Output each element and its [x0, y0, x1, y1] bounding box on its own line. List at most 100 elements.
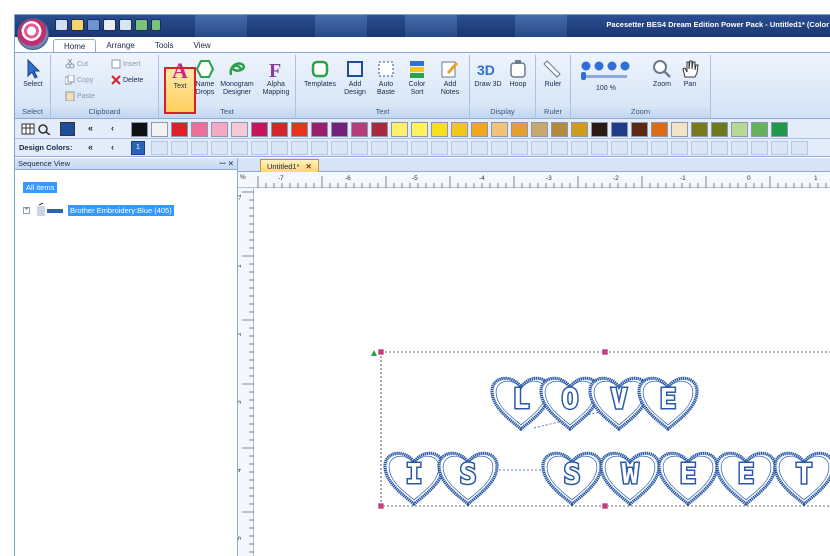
select-button[interactable]: Select — [20, 59, 46, 89]
ruler-button[interactable]: Ruler — [540, 59, 566, 89]
palette-swatch[interactable] — [191, 122, 208, 137]
pan-button[interactable]: Pan — [677, 59, 703, 89]
add-notes-button[interactable]: Add Notes — [436, 59, 464, 97]
new-icon[interactable] — [55, 19, 68, 31]
alpha-mapping-button[interactable]: F Alpha Mapping — [259, 59, 293, 97]
palette-search-icon[interactable] — [37, 123, 51, 135]
design-color-slot[interactable] — [331, 141, 348, 155]
design-color-slot[interactable] — [611, 141, 628, 155]
design-color-slot[interactable] — [451, 141, 468, 155]
cut-button[interactable]: Cut — [65, 59, 88, 69]
design-color-slot[interactable] — [191, 141, 208, 155]
monogram-designer-button[interactable]: Monogram Designer — [220, 59, 254, 97]
palette-swatch[interactable] — [451, 122, 468, 137]
design-color-slot[interactable] — [431, 141, 448, 155]
current-color-swatch[interactable] — [60, 122, 75, 136]
palette-swatch[interactable] — [751, 122, 768, 137]
palette-swatch[interactable] — [591, 122, 608, 137]
palette-swatch[interactable] — [771, 122, 788, 137]
design-color-slot[interactable] — [551, 141, 568, 155]
all-items-node[interactable]: All items — [23, 182, 58, 193]
zoom-preset-icon[interactable] — [581, 61, 591, 71]
tab-view[interactable]: View — [184, 39, 221, 53]
zoom-preset-icon[interactable] — [594, 61, 604, 71]
paste-button[interactable]: Paste — [65, 91, 95, 101]
palette-swatch[interactable] — [351, 122, 368, 137]
design-color-slot[interactable] — [651, 141, 668, 155]
design-color-slot[interactable] — [371, 141, 388, 155]
close-tab-icon[interactable]: ✕ — [306, 162, 312, 172]
palette-swatch[interactable] — [651, 122, 668, 137]
zoom-preset-icon[interactable] — [607, 61, 617, 71]
design-color-chip[interactable]: 1 — [131, 141, 145, 155]
palette-swatch[interactable] — [431, 122, 448, 137]
tab-home[interactable]: Home — [53, 39, 97, 53]
redo-icon[interactable] — [151, 19, 161, 31]
design-color-slot[interactable] — [291, 141, 308, 155]
delete-button[interactable]: Delete — [111, 75, 143, 85]
auto-baste-button[interactable]: Auto Baste — [373, 59, 399, 97]
design-color-slot[interactable] — [711, 141, 728, 155]
design-first-icon[interactable]: « — [88, 142, 93, 152]
palette-swatch[interactable] — [471, 122, 488, 137]
design-color-slot[interactable] — [731, 141, 748, 155]
design-color-slot[interactable] — [751, 141, 768, 155]
tree-item[interactable]: + Brother Embroidery:Blue (405) — [23, 202, 174, 218]
embroidery-design[interactable]: L O V EI S S W E E T — [254, 188, 830, 556]
expand-plus-icon[interactable]: + — [23, 206, 30, 214]
document-tab[interactable]: Untitled1* ✕ — [260, 159, 319, 172]
open-icon[interactable] — [71, 19, 84, 31]
palette-grid-icon[interactable] — [21, 123, 35, 135]
design-color-slot[interactable] — [171, 141, 188, 155]
application-orb-icon[interactable] — [17, 18, 49, 50]
palette-swatch[interactable] — [211, 122, 228, 137]
design-color-slot[interactable] — [271, 141, 288, 155]
design-color-slot[interactable] — [691, 141, 708, 155]
design-canvas[interactable]: LOVEISSWEET — [254, 188, 830, 556]
palette-swatch[interactable] — [611, 122, 628, 137]
palette-swatch[interactable] — [171, 122, 188, 137]
templates-button[interactable]: Templates — [302, 59, 338, 89]
palette-swatch[interactable] — [411, 122, 428, 137]
palette-swatch[interactable] — [151, 122, 168, 137]
name-drops-button[interactable]: Name Drops — [194, 59, 216, 97]
design-color-slot[interactable] — [791, 141, 808, 155]
palette-swatch[interactable] — [331, 122, 348, 137]
save-icon[interactable] — [87, 19, 100, 31]
zoom-slider[interactable] — [581, 75, 627, 78]
zoom-slider-thumb[interactable] — [581, 72, 586, 80]
design-color-slot[interactable] — [471, 141, 488, 155]
palette-swatch[interactable] — [131, 122, 148, 137]
print-icon[interactable] — [103, 19, 116, 31]
palette-swatch[interactable] — [511, 122, 528, 137]
panel-pin-close-icon[interactable]: ꟷ ✕ — [220, 159, 234, 169]
tab-tools[interactable]: Tools — [145, 39, 184, 53]
design-color-slot[interactable] — [771, 141, 788, 155]
palette-swatch[interactable] — [311, 122, 328, 137]
color-sort-button[interactable]: Color Sort — [404, 59, 430, 97]
copy-button[interactable]: Copy — [65, 75, 93, 85]
palette-swatch[interactable] — [391, 122, 408, 137]
palette-swatch[interactable] — [691, 122, 708, 137]
design-color-slot[interactable] — [231, 141, 248, 155]
zoom-button[interactable]: Zoom — [649, 59, 675, 89]
design-color-slot[interactable] — [311, 141, 328, 155]
palette-swatch[interactable] — [571, 122, 588, 137]
design-color-slot[interactable] — [671, 141, 688, 155]
hoop-button[interactable]: Hoop — [505, 59, 531, 89]
design-color-slot[interactable] — [511, 141, 528, 155]
draw-3d-button[interactable]: 3D Draw 3D — [474, 59, 502, 89]
design-color-slot[interactable] — [251, 141, 268, 155]
design-color-slot[interactable] — [351, 141, 368, 155]
design-color-slot[interactable] — [411, 141, 428, 155]
palette-swatch[interactable] — [731, 122, 748, 137]
printer-icon[interactable] — [119, 19, 132, 31]
tab-arrange[interactable]: Arrange — [96, 39, 144, 53]
palette-swatch[interactable] — [251, 122, 268, 137]
design-color-slot[interactable] — [531, 141, 548, 155]
design-color-slot[interactable] — [491, 141, 508, 155]
palette-swatch[interactable] — [371, 122, 388, 137]
zoom-preset-icon[interactable] — [620, 61, 630, 71]
insert-button[interactable]: Insert — [111, 59, 141, 69]
palette-prev-icon[interactable]: ‹ — [111, 123, 114, 133]
